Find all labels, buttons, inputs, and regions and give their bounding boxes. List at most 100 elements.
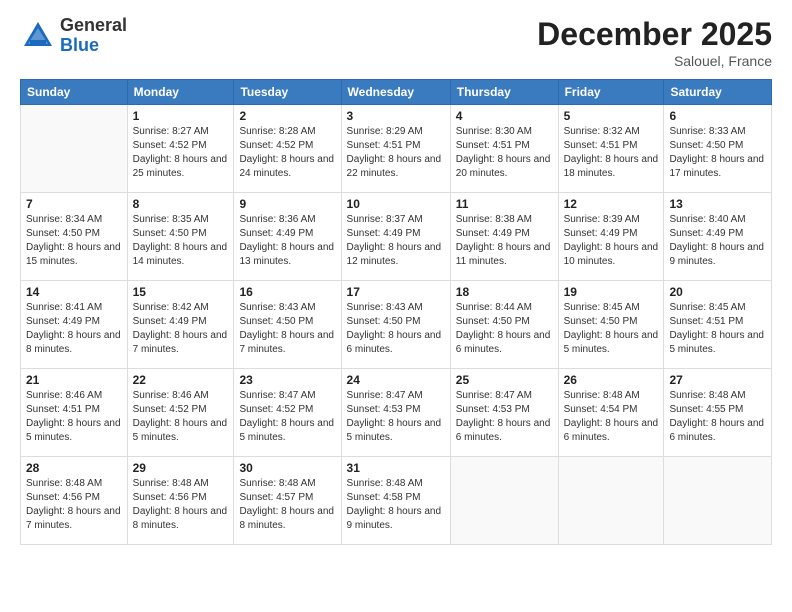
calendar-cell: 25 Sunrise: 8:47 AM Sunset: 4:53 PM Dayli… (450, 369, 558, 457)
calendar-cell: 15 Sunrise: 8:42 AM Sunset: 4:49 PM Dayli… (127, 281, 234, 369)
calendar-cell: 16 Sunrise: 8:43 AM Sunset: 4:50 PM Dayli… (234, 281, 341, 369)
calendar-cell: 30 Sunrise: 8:48 AM Sunset: 4:57 PM Dayli… (234, 457, 341, 545)
day-info: Sunrise: 8:32 AM Sunset: 4:51 PM Dayligh… (564, 125, 659, 181)
calendar-cell: 11 Sunrise: 8:38 AM Sunset: 4:49 PM Dayli… (450, 193, 558, 281)
day-number: 11 (456, 197, 553, 211)
day-info: Sunrise: 8:33 AM Sunset: 4:50 PM Dayligh… (669, 125, 766, 181)
day-info: Sunrise: 8:47 AM Sunset: 4:53 PM Dayligh… (347, 389, 445, 445)
day-number: 14 (26, 285, 122, 299)
calendar-cell: 18Sunrise: 8:44 AM Sunset: 4:50 PM Dayli… (450, 281, 558, 369)
day-info: Sunrise: 8:38 AM Sunset: 4:49 PM Dayligh… (456, 213, 553, 269)
day-number: 5 (564, 109, 659, 123)
day-info: Sunrise: 8:42 AM Sunset: 4:49 PM Dayligh… (133, 301, 229, 357)
calendar-header-row: SundayMondayTuesdayWednesdayThursdayFrid… (21, 80, 772, 105)
location: Salouel, France (537, 53, 772, 69)
day-number: 31 (347, 461, 445, 475)
day-number: 23 (239, 373, 335, 387)
calendar-cell: 1Sunrise: 8:27 AM Sunset: 4:52 PM Daylig… (127, 105, 234, 193)
day-number: 22 (133, 373, 229, 387)
calendar-cell: 12 Sunrise: 8:39 AM Sunset: 4:49 PM Dayli… (558, 193, 664, 281)
day-number: 12 (564, 197, 659, 211)
calendar-cell: 24 Sunrise: 8:47 AM Sunset: 4:53 PM Dayli… (341, 369, 450, 457)
calendar-cell (21, 105, 128, 193)
month-title: December 2025 (537, 16, 772, 53)
day-number: 25 (456, 373, 553, 387)
calendar-cell: 22Sunrise: 8:46 AM Sunset: 4:52 PM Dayli… (127, 369, 234, 457)
logo: General Blue (20, 16, 127, 56)
day-info: Sunrise: 8:48 AM Sunset: 4:56 PM Dayligh… (26, 477, 122, 533)
day-number: 24 (347, 373, 445, 387)
day-info: Sunrise: 8:48 AM Sunset: 4:54 PM Dayligh… (564, 389, 659, 445)
day-number: 27 (669, 373, 766, 387)
day-info: Sunrise: 8:47 AM Sunset: 4:53 PM Dayligh… (456, 389, 553, 445)
day-info: Sunrise: 8:37 AM Sunset: 4:49 PM Dayligh… (347, 213, 445, 269)
col-header-tuesday: Tuesday (234, 80, 341, 105)
calendar-cell: 10 Sunrise: 8:37 AM Sunset: 4:49 PM Dayli… (341, 193, 450, 281)
col-header-friday: Friday (558, 80, 664, 105)
day-info: Sunrise: 8:29 AM Sunset: 4:51 PM Dayligh… (347, 125, 445, 181)
day-info: Sunrise: 8:34 AM Sunset: 4:50 PM Dayligh… (26, 213, 122, 269)
calendar-cell: 20 Sunrise: 8:45 AM Sunset: 4:51 PM Dayli… (664, 281, 772, 369)
calendar-cell: 21 Sunrise: 8:46 AM Sunset: 4:51 PM Dayli… (21, 369, 128, 457)
calendar-cell: 27Sunrise: 8:48 AM Sunset: 4:55 PM Dayli… (664, 369, 772, 457)
col-header-saturday: Saturday (664, 80, 772, 105)
week-row-5: 28Sunrise: 8:48 AM Sunset: 4:56 PM Dayli… (21, 457, 772, 545)
day-number: 19 (564, 285, 659, 299)
calendar-cell: 14 Sunrise: 8:41 AM Sunset: 4:49 PM Dayli… (21, 281, 128, 369)
calendar-cell: 6 Sunrise: 8:33 AM Sunset: 4:50 PM Daylig… (664, 105, 772, 193)
day-info: Sunrise: 8:35 AM Sunset: 4:50 PM Dayligh… (133, 213, 229, 269)
col-header-monday: Monday (127, 80, 234, 105)
title-block: December 2025 Salouel, France (537, 16, 772, 69)
day-info: Sunrise: 8:46 AM Sunset: 4:51 PM Dayligh… (26, 389, 122, 445)
day-number: 6 (669, 109, 766, 123)
day-number: 3 (347, 109, 445, 123)
day-number: 26 (564, 373, 659, 387)
calendar-cell (664, 457, 772, 545)
day-info: Sunrise: 8:48 AM Sunset: 4:57 PM Dayligh… (239, 477, 335, 533)
col-header-wednesday: Wednesday (341, 80, 450, 105)
day-number: 7 (26, 197, 122, 211)
col-header-sunday: Sunday (21, 80, 128, 105)
logo-blue: Blue (60, 36, 127, 56)
day-info: Sunrise: 8:45 AM Sunset: 4:50 PM Dayligh… (564, 301, 659, 357)
day-info: Sunrise: 8:48 AM Sunset: 4:56 PM Dayligh… (133, 477, 229, 533)
calendar-cell: 7 Sunrise: 8:34 AM Sunset: 4:50 PM Daylig… (21, 193, 128, 281)
day-info: Sunrise: 8:28 AM Sunset: 4:52 PM Dayligh… (239, 125, 335, 181)
page: General Blue December 2025 Salouel, Fran… (0, 0, 792, 612)
day-info: Sunrise: 8:48 AM Sunset: 4:58 PM Dayligh… (347, 477, 445, 533)
calendar-cell (450, 457, 558, 545)
day-info: Sunrise: 8:43 AM Sunset: 4:50 PM Dayligh… (239, 301, 335, 357)
day-number: 2 (239, 109, 335, 123)
calendar: SundayMondayTuesdayWednesdayThursdayFrid… (20, 79, 772, 545)
calendar-cell: 4Sunrise: 8:30 AM Sunset: 4:51 PM Daylig… (450, 105, 558, 193)
day-number: 21 (26, 373, 122, 387)
day-number: 20 (669, 285, 766, 299)
day-number: 29 (133, 461, 229, 475)
day-info: Sunrise: 8:41 AM Sunset: 4:49 PM Dayligh… (26, 301, 122, 357)
day-number: 17 (347, 285, 445, 299)
calendar-cell: 17 Sunrise: 8:43 AM Sunset: 4:50 PM Dayli… (341, 281, 450, 369)
calendar-cell: 19 Sunrise: 8:45 AM Sunset: 4:50 PM Dayli… (558, 281, 664, 369)
day-number: 16 (239, 285, 335, 299)
day-number: 10 (347, 197, 445, 211)
col-header-thursday: Thursday (450, 80, 558, 105)
day-number: 30 (239, 461, 335, 475)
day-number: 9 (239, 197, 335, 211)
day-number: 1 (133, 109, 229, 123)
header: General Blue December 2025 Salouel, Fran… (20, 16, 772, 69)
logo-icon (20, 18, 56, 54)
day-info: Sunrise: 8:45 AM Sunset: 4:51 PM Dayligh… (669, 301, 766, 357)
week-row-4: 21 Sunrise: 8:46 AM Sunset: 4:51 PM Dayli… (21, 369, 772, 457)
calendar-cell: 3 Sunrise: 8:29 AM Sunset: 4:51 PM Daylig… (341, 105, 450, 193)
day-number: 8 (133, 197, 229, 211)
calendar-cell: 29 Sunrise: 8:48 AM Sunset: 4:56 PM Dayli… (127, 457, 234, 545)
calendar-cell: 5 Sunrise: 8:32 AM Sunset: 4:51 PM Daylig… (558, 105, 664, 193)
day-info: Sunrise: 8:39 AM Sunset: 4:49 PM Dayligh… (564, 213, 659, 269)
calendar-cell: 8 Sunrise: 8:35 AM Sunset: 4:50 PM Daylig… (127, 193, 234, 281)
day-number: 15 (133, 285, 229, 299)
logo-text: General Blue (60, 16, 127, 56)
day-info: Sunrise: 8:36 AM Sunset: 4:49 PM Dayligh… (239, 213, 335, 269)
day-info: Sunrise: 8:43 AM Sunset: 4:50 PM Dayligh… (347, 301, 445, 357)
week-row-1: 1Sunrise: 8:27 AM Sunset: 4:52 PM Daylig… (21, 105, 772, 193)
week-row-3: 14 Sunrise: 8:41 AM Sunset: 4:49 PM Dayli… (21, 281, 772, 369)
